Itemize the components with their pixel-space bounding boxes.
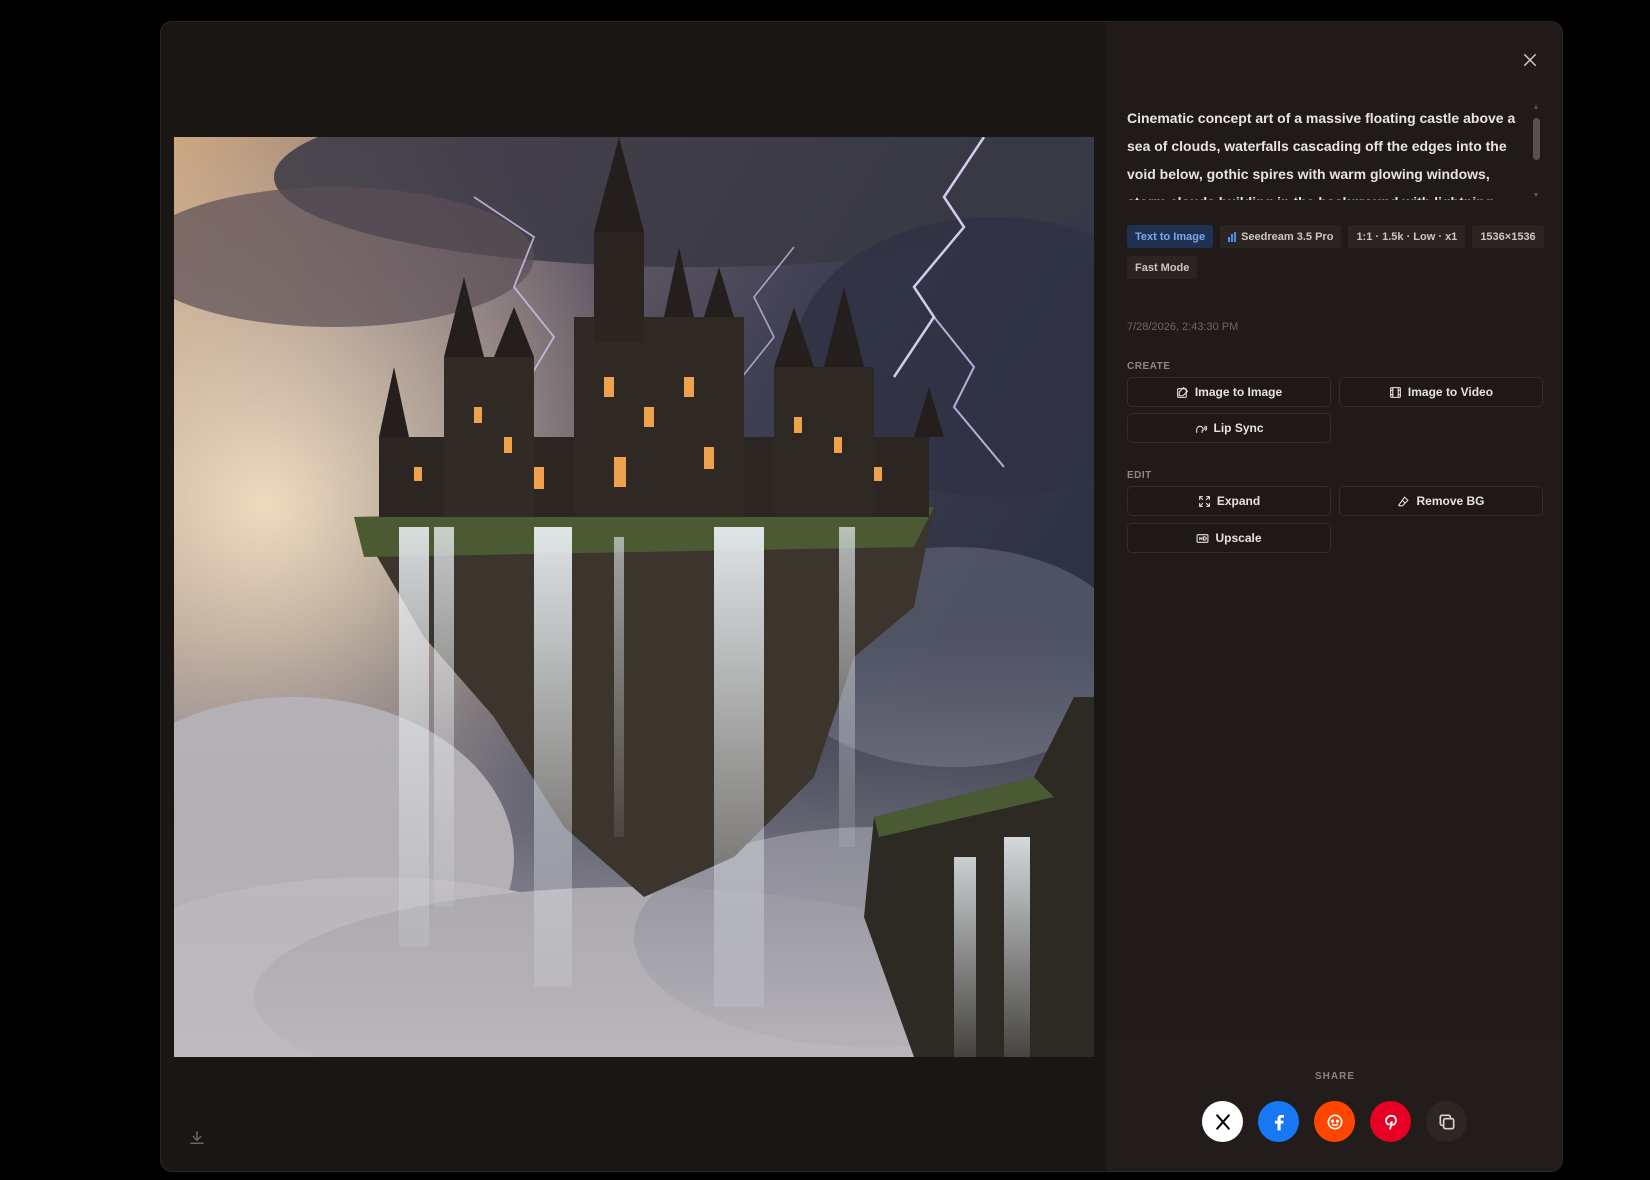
film-icon <box>1390 386 1401 398</box>
speaking-head-icon <box>1196 424 1208 433</box>
image-to-video-label: Image to Video <box>1407 385 1494 399</box>
model-tag: Seedream 3.5 Pro <box>1220 225 1342 248</box>
create-section-label: CREATE <box>1127 361 1171 372</box>
share-pinterest-button[interactable] <box>1370 1101 1411 1142</box>
lip-sync-button[interactable]: Lip Sync <box>1127 413 1331 443</box>
copy-link-button[interactable] <box>1426 1101 1467 1142</box>
hd-icon <box>1197 533 1209 543</box>
lip-sync-label: Lip Sync <box>1213 421 1264 435</box>
settings-tag: 1:1 · 1.5k · Low · x1 <box>1348 225 1466 248</box>
floating-castle-image <box>174 137 1094 1057</box>
details-panel: Cinematic concept art of a massive float… <box>1106 22 1562 1171</box>
expand-label: Expand <box>1216 494 1261 508</box>
image-detail-modal: Cinematic concept art of a massive float… <box>160 21 1563 1172</box>
expand-button[interactable]: Expand <box>1127 486 1331 516</box>
scrollbar-thumb[interactable] <box>1533 118 1540 160</box>
remove-bg-button[interactable]: Remove BG <box>1339 486 1543 516</box>
prompt-text: Cinematic concept art of a massive float… <box>1127 110 1516 200</box>
reddit-icon <box>1327 1114 1342 1129</box>
edit-section-label: EDIT <box>1127 470 1152 481</box>
upscale-label: Upscale <box>1215 531 1262 545</box>
facebook-icon <box>1274 1114 1284 1130</box>
expand-icon <box>1198 495 1210 507</box>
speed-tag: Fast Mode <box>1127 256 1198 279</box>
mode-tag: Text to Image <box>1127 225 1214 248</box>
remove-bg-label: Remove BG <box>1416 494 1485 508</box>
prompt-scrollbar[interactable]: ▲ ▼ <box>1532 104 1540 200</box>
share-x-button[interactable] <box>1202 1101 1243 1142</box>
size-tag: 1536×1536 <box>1472 225 1544 248</box>
generated-image[interactable] <box>174 137 1094 1057</box>
image-to-image-label: Image to Image <box>1194 385 1283 399</box>
share-buttons <box>1202 1101 1467 1142</box>
scroll-down-arrow-icon[interactable]: ▼ <box>1532 192 1540 200</box>
model-chart-icon <box>1228 231 1237 242</box>
image-to-video-button[interactable]: Image to Video <box>1339 377 1543 407</box>
download-icon[interactable] <box>185 1126 209 1150</box>
share-reddit-button[interactable] <box>1314 1101 1355 1142</box>
created-timestamp: 7/28/2026, 2:43:30 PM <box>1127 321 1239 333</box>
eraser-icon <box>1398 495 1410 506</box>
share-facebook-button[interactable] <box>1258 1101 1299 1142</box>
generation-tags: Text to Image Seedream 3.5 Pro 1:1 · 1.5… <box>1127 225 1547 279</box>
close-icon[interactable] <box>1518 48 1542 72</box>
image-to-image-button[interactable]: Image to Image <box>1127 377 1331 407</box>
copy-link-icon <box>1439 1114 1454 1129</box>
share-panel: SHARE <box>1106 1041 1562 1171</box>
image-viewer <box>161 22 1106 1171</box>
x-icon <box>1215 1113 1230 1130</box>
scroll-up-arrow-icon[interactable]: ▲ <box>1532 104 1540 112</box>
upscale-button[interactable]: Upscale <box>1127 523 1331 553</box>
pinterest-icon <box>1384 1114 1397 1130</box>
share-label: SHARE <box>1314 1071 1355 1082</box>
edit-square-icon <box>1176 386 1188 398</box>
model-tag-label: Seedream 3.5 Pro <box>1241 230 1334 243</box>
